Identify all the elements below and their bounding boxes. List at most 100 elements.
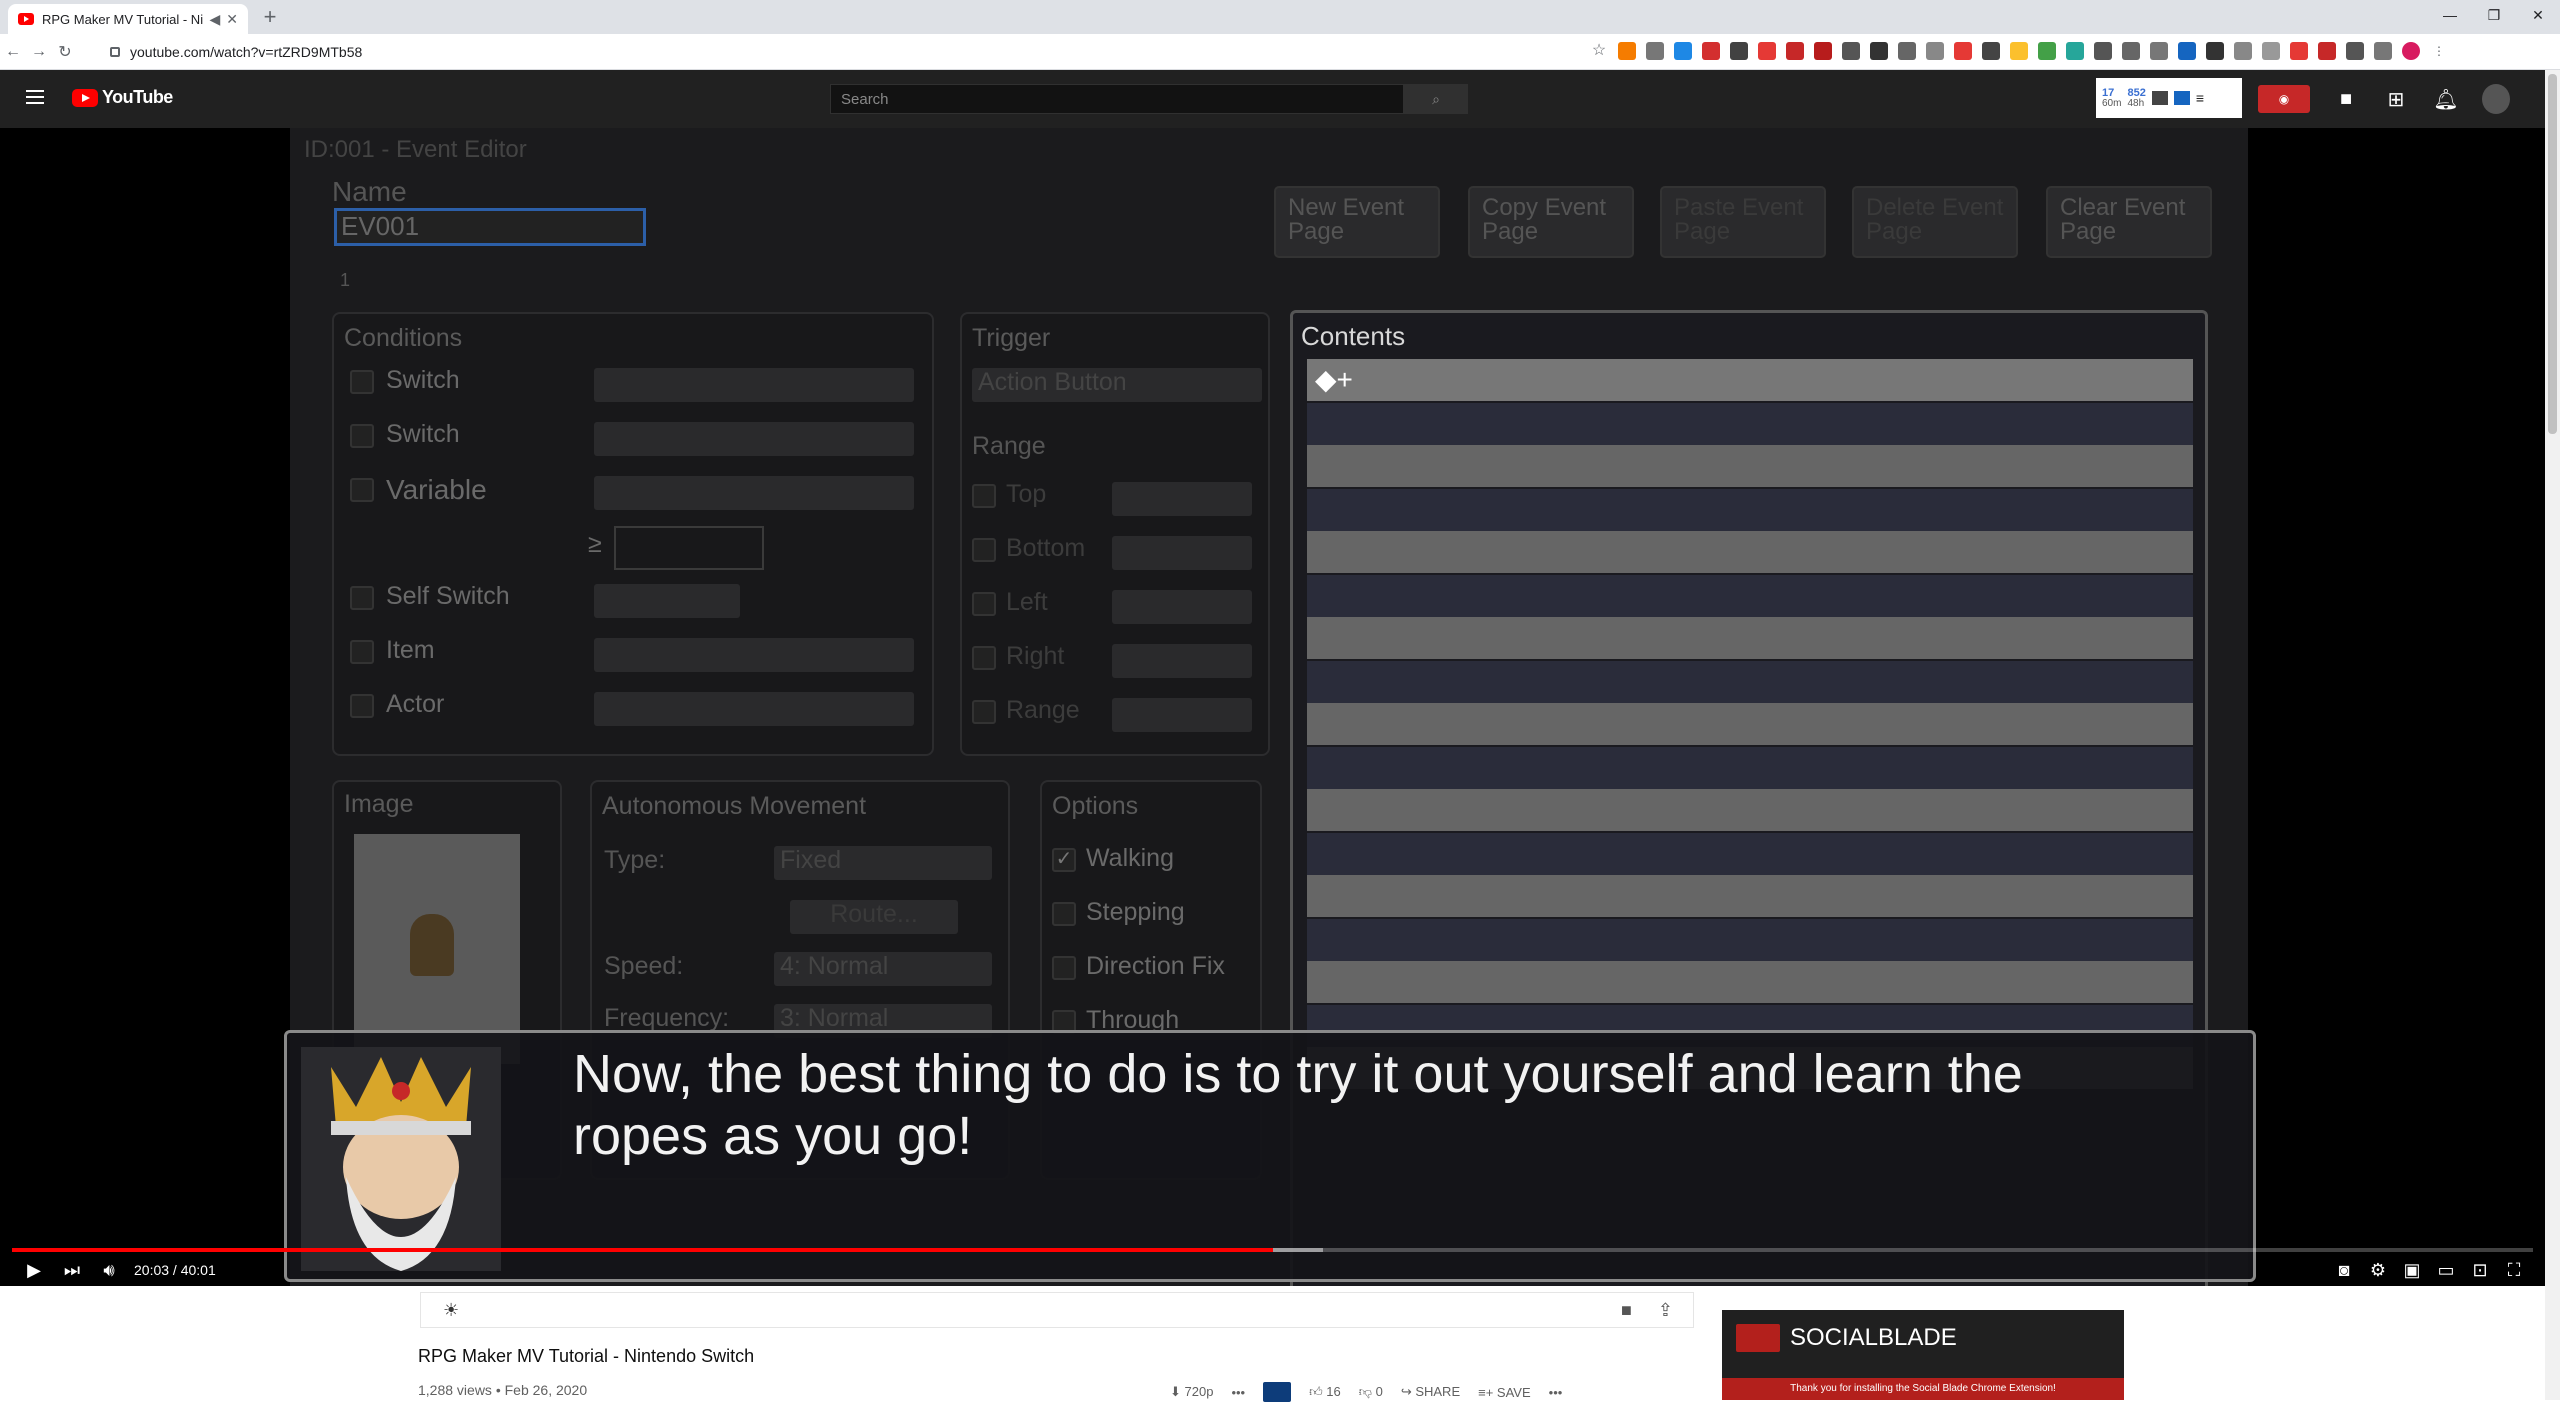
extension-icon[interactable] (2150, 42, 2168, 60)
extension-icon[interactable] (2122, 42, 2140, 60)
socialblade-banner[interactable]: SOCIALBLADE Thank you for installing the… (1722, 1310, 2124, 1400)
type-dropdown: Fixed (774, 846, 992, 880)
option-checkbox (1052, 902, 1076, 926)
back-button[interactable]: ← (0, 43, 26, 61)
play-icon[interactable]: ▶ (24, 1260, 44, 1281)
share-button[interactable]: ↪ SHARE (1401, 1384, 1460, 1400)
restore-window-button[interactable]: ❐ (2472, 0, 2516, 30)
create-video-icon[interactable]: ■ (2332, 88, 2360, 111)
tab-audio-icon[interactable]: ◀ (209, 11, 220, 28)
cast-icon[interactable]: ⊡ (2463, 1260, 2497, 1281)
extension-icon[interactable] (1786, 42, 1804, 60)
condition-checkbox (350, 694, 374, 718)
browser-toolbar: ← → ↻ youtube.com/watch?v=rtZRD9MTb58 ☆ (0, 34, 2560, 70)
youtube-logo[interactable]: YouTube (72, 87, 173, 108)
extension-icon[interactable] (1674, 42, 1692, 60)
new-tab-button[interactable]: + (256, 4, 284, 30)
socialblade-stats-widget[interactable]: 17 60m 852 48h ≡ (2096, 78, 2242, 118)
share-box-icon[interactable]: ⇪ (1658, 1300, 1673, 1321)
extension-icon[interactable] (1926, 42, 1944, 60)
option-label: Direction Fix (1086, 952, 1225, 980)
address-bar[interactable]: youtube.com/watch?v=rtZRD9MTb58 (110, 39, 1610, 65)
extension-icon[interactable] (1758, 42, 1776, 60)
extension-icon[interactable] (1730, 42, 1748, 60)
progress-bar[interactable] (12, 1248, 2533, 1252)
extension-icon[interactable] (2290, 42, 2308, 60)
video-player[interactable]: ID:001 - Event Editor Name EV001 1 New E… (0, 128, 2545, 1286)
user-avatar[interactable] (2482, 84, 2510, 114)
extension-icon[interactable] (1842, 42, 1860, 60)
range-item-label: Top (1006, 480, 1047, 508)
extension-icon[interactable] (1618, 42, 1636, 60)
extension-icon[interactable] (2010, 42, 2028, 60)
settings-gear-icon[interactable]: ⚙ (2361, 1260, 2395, 1281)
more-actions-icon[interactable]: ••• (1549, 1385, 1563, 1400)
apps-grid-icon[interactable]: ⊞ (2382, 87, 2410, 112)
menu-icon[interactable]: ⋮ (2430, 42, 2448, 60)
extension-icon[interactable] (2206, 42, 2224, 60)
minimize-window-button[interactable]: — (2428, 0, 2472, 30)
extension-icon[interactable] (2094, 42, 2112, 60)
extension-icon[interactable] (1870, 42, 1888, 60)
option-label: Walking (1086, 844, 1174, 872)
search-input[interactable]: Search (830, 84, 1404, 114)
page-scrollbar[interactable] (2545, 70, 2560, 1400)
extension-icon[interactable] (1702, 42, 1720, 60)
lock-icon (110, 47, 120, 57)
browser-tab[interactable]: RPG Maker MV Tutorial - Ni ◀ ✕ (8, 4, 248, 34)
range-dropdown (1112, 698, 1252, 732)
extension-icon[interactable] (2262, 42, 2280, 60)
range-dropdown (1112, 644, 1252, 678)
contents-row (1307, 403, 2193, 445)
close-window-button[interactable]: ✕ (2516, 0, 2560, 30)
extension-icon[interactable] (1814, 42, 1832, 60)
extension-icon[interactable] (2178, 42, 2196, 60)
range-checkbox (972, 484, 996, 508)
contents-row (1307, 661, 2193, 703)
speed-dropdown: 4: Normal (774, 952, 992, 986)
range-dropdown (1112, 590, 1252, 624)
extension-icon[interactable] (1954, 42, 1972, 60)
more-options-icon[interactable]: ••• (1231, 1385, 1245, 1400)
close-tab-icon[interactable]: ✕ (226, 11, 238, 28)
miniplayer-icon[interactable]: ▣ (2395, 1260, 2429, 1281)
theater-mode-icon[interactable]: ▭ (2429, 1260, 2463, 1281)
notifications-bell-icon[interactable]: 🔔︎ (2432, 87, 2460, 112)
bookmark-star-icon[interactable]: ☆ (1590, 42, 1608, 60)
fullscreen-icon[interactable]: ⛶ (2497, 1260, 2531, 1281)
download-quality[interactable]: ⬇ 720p (1170, 1384, 1213, 1400)
extension-icon[interactable] (2038, 42, 2056, 60)
screenshot-icon[interactable]: ◙ (2327, 1260, 2361, 1281)
extension-icon[interactable] (1898, 42, 1916, 60)
cast-icon[interactable] (2374, 42, 2392, 60)
profile-icon[interactable] (2402, 42, 2420, 60)
extension-icon[interactable] (2066, 42, 2084, 60)
extension-icon[interactable] (1982, 42, 2000, 60)
extension-icon[interactable] (2234, 42, 2252, 60)
ambient-mode-icon[interactable]: ☀ (443, 1300, 459, 1321)
search-button[interactable]: ⌕ (1404, 84, 1468, 114)
hamburger-menu-icon[interactable] (26, 90, 44, 104)
quality-label: 720p (1184, 1384, 1214, 1399)
volume-icon[interactable]: 🔊︎ (98, 1260, 120, 1281)
paste-event-page-button: Paste Event Page (1660, 186, 1826, 258)
sb-camera-icon[interactable] (2151, 91, 2168, 105)
reload-button[interactable]: ↻ (52, 42, 78, 62)
like-button[interactable]: 👍︎ 16 (1309, 1384, 1341, 1400)
video-info-area: ☀ ■ ⇪ RPG Maker MV Tutorial - Nintendo S… (0, 1286, 2545, 1402)
record-icon[interactable]: ■ (1621, 1300, 1632, 1321)
save-button[interactable]: ≡+ SAVE (1478, 1385, 1531, 1400)
sb-play-button[interactable] (1263, 1382, 1292, 1402)
forward-button[interactable]: → (26, 43, 52, 61)
puzzle-icon[interactable] (2346, 42, 2364, 60)
sb-play-icon[interactable] (2173, 91, 2190, 105)
next-icon[interactable]: ⏭ (62, 1260, 82, 1281)
extension-icon[interactable] (1646, 42, 1664, 60)
scrollbar-thumb[interactable] (2548, 74, 2557, 434)
dislike-button[interactable]: 👎︎ 0 (1359, 1384, 1383, 1400)
extension-icon[interactable] (2318, 42, 2336, 60)
clear-event-page-button: Clear Event Page (2046, 186, 2212, 258)
socialblade-icon[interactable]: ◉ (2258, 85, 2310, 113)
copy-event-page-button: Copy Event Page (1468, 186, 1634, 258)
sb-menu-icon[interactable]: ≡ (2196, 90, 2204, 106)
